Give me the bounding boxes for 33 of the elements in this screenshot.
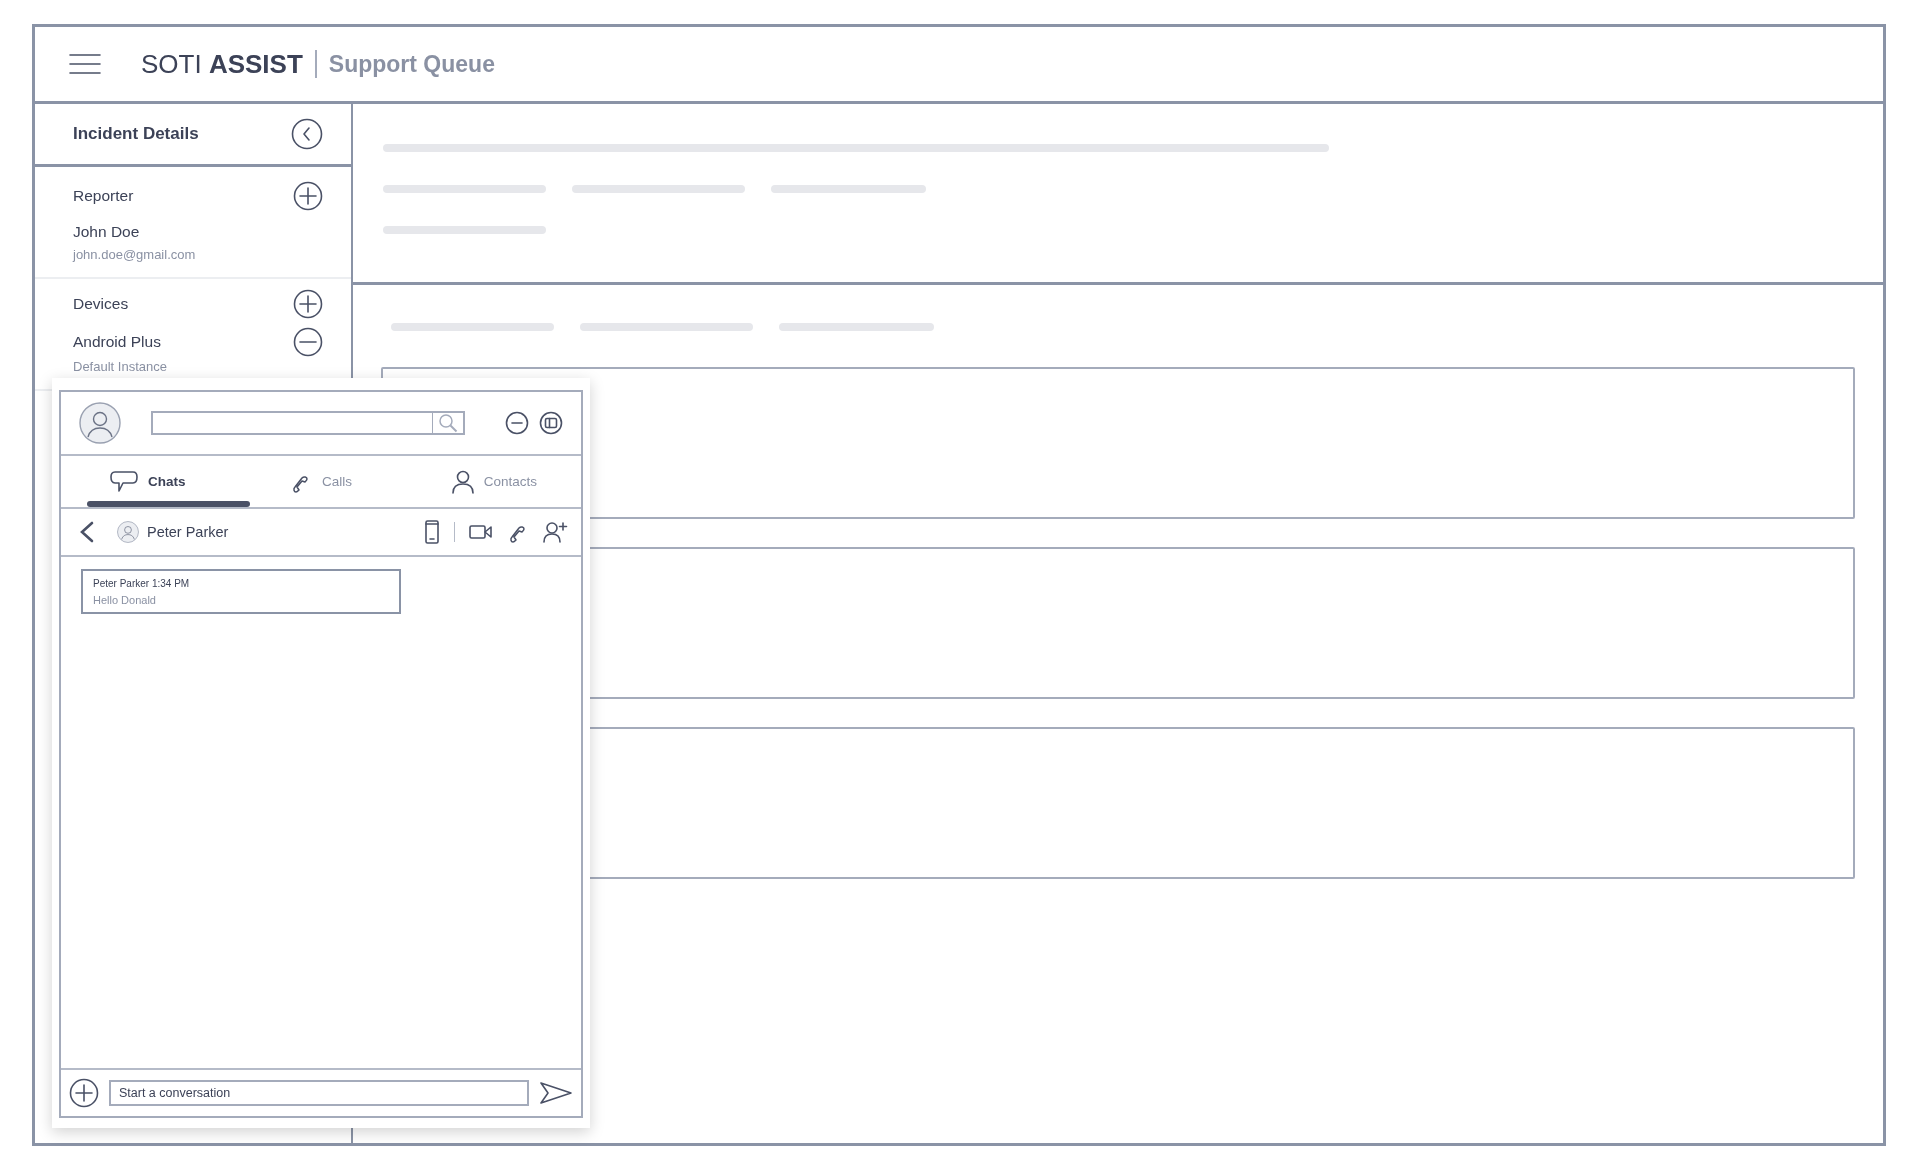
attach-icon[interactable]	[69, 1078, 99, 1108]
message-meta: Peter Parker 1:34 PM	[93, 578, 191, 589]
add-icon[interactable]	[293, 289, 323, 319]
contact-avatar	[117, 521, 139, 543]
menu-icon[interactable]	[69, 53, 101, 75]
device-name: Android Plus	[73, 333, 161, 351]
back-icon[interactable]	[79, 521, 95, 543]
minimize-icon[interactable]	[505, 411, 529, 435]
message-text: Hello Donald	[93, 594, 157, 606]
reporter-name: John Doe	[73, 223, 140, 241]
remove-icon[interactable]	[293, 327, 323, 357]
collapse-icon[interactable]	[291, 118, 323, 150]
contact-name: Peter Parker	[147, 524, 229, 540]
mobile-device-icon[interactable]	[423, 520, 440, 544]
tab[interactable]: Contacts	[407, 456, 581, 507]
brand-logo: SOTI ASSIST	[141, 48, 303, 80]
user-avatar	[79, 402, 121, 444]
send-icon[interactable]	[539, 1081, 573, 1105]
add-icon[interactable]	[293, 181, 323, 211]
reporter-email: john.doe@gmail.com	[73, 247, 196, 262]
person-icon	[451, 469, 474, 494]
speech-bubble-icon	[109, 469, 138, 494]
section-heading: Devices	[73, 295, 129, 313]
panel-title: Incident Details	[73, 124, 199, 144]
panel-icon[interactable]	[539, 411, 563, 435]
message-input[interactable]: Start a conversation	[109, 1080, 529, 1106]
device-detail: Default Instance	[73, 359, 167, 374]
search-field[interactable]	[151, 411, 465, 435]
add-person-icon[interactable]	[543, 521, 569, 543]
page-title: Support Queue	[328, 50, 495, 78]
tab[interactable]: Calls	[234, 456, 408, 507]
video-camera-icon[interactable]	[469, 523, 493, 541]
section-heading: Reporter	[73, 187, 134, 205]
